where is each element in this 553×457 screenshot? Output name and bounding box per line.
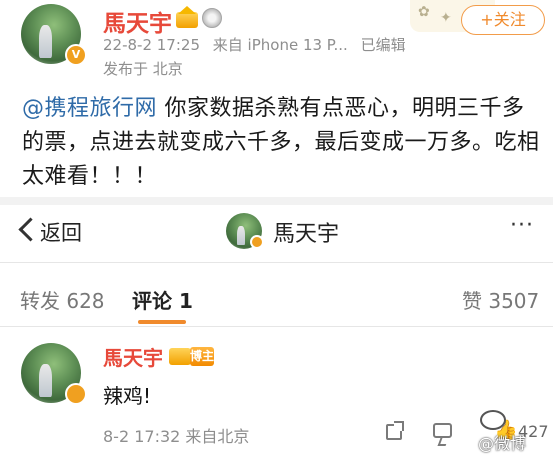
comment-author-name[interactable]: 馬天宇 (103, 342, 163, 371)
verified-badge-icon: V (65, 44, 87, 66)
vip-crown-icon (176, 6, 198, 28)
post-timestamp: 22-8-2 17:25 (103, 36, 200, 54)
comment-avatar-figure (39, 364, 53, 397)
avatar-figure (39, 25, 53, 58)
back-button[interactable]: 返回 (40, 217, 82, 247)
weibo-logo-icon (480, 410, 506, 430)
post-meta: 22-8-2 17:25 来自 iPhone 13 P... 已编辑 (103, 34, 406, 55)
more-dots-icon[interactable]: ··· (510, 213, 534, 238)
post-edited[interactable]: 已编辑 (361, 36, 406, 54)
nav-verified-badge-icon (250, 235, 264, 249)
watermark: @微博 (478, 434, 527, 453)
share-icon[interactable] (386, 421, 404, 440)
post-location: 发布于 北京 (103, 60, 183, 78)
comment-verified-badge-icon (65, 383, 87, 405)
medal-icon (202, 8, 222, 28)
chevron-left-icon[interactable] (18, 217, 43, 242)
star-icon: ✦ (440, 10, 452, 26)
navigation-bar: 返回 馬天宇 ··· (0, 205, 553, 261)
tab-reposts[interactable]: 转发 628 (20, 285, 105, 314)
post-author-name[interactable]: 馬天宇 (103, 4, 172, 38)
section-gap (0, 197, 553, 205)
active-tab-indicator (138, 320, 186, 324)
follow-button[interactable]: +关注 (461, 5, 545, 35)
tab-comments[interactable]: 评论 1 (132, 285, 193, 314)
comment-meta: 8-2 17:32 来自北京 (103, 427, 250, 446)
flower-icon: ✿ (418, 4, 430, 20)
nav-avatar-figure (236, 225, 245, 246)
nav-divider (0, 262, 553, 263)
comment-avatar[interactable] (21, 343, 87, 405)
post-source: 来自 iPhone 13 P... (212, 36, 348, 54)
author-badge: 博主 (190, 347, 214, 366)
comment-icon[interactable] (433, 423, 452, 438)
nav-avatar[interactable] (226, 213, 264, 249)
post-body: @携程旅行网 你家数据杀熟有点恶心，明明三千多的票，点进去就变成六千多，最后变成… (22, 92, 542, 194)
author-avatar[interactable]: V (21, 4, 87, 66)
tabs-divider (0, 326, 553, 327)
comment-vip-crown-icon (169, 348, 191, 365)
tab-likes[interactable]: 赞 3507 (462, 285, 539, 314)
mention-link[interactable]: @携程旅行网 (22, 96, 157, 121)
comment-text: 辣鸡! (103, 384, 152, 408)
nav-title: 馬天宇 (273, 222, 340, 247)
